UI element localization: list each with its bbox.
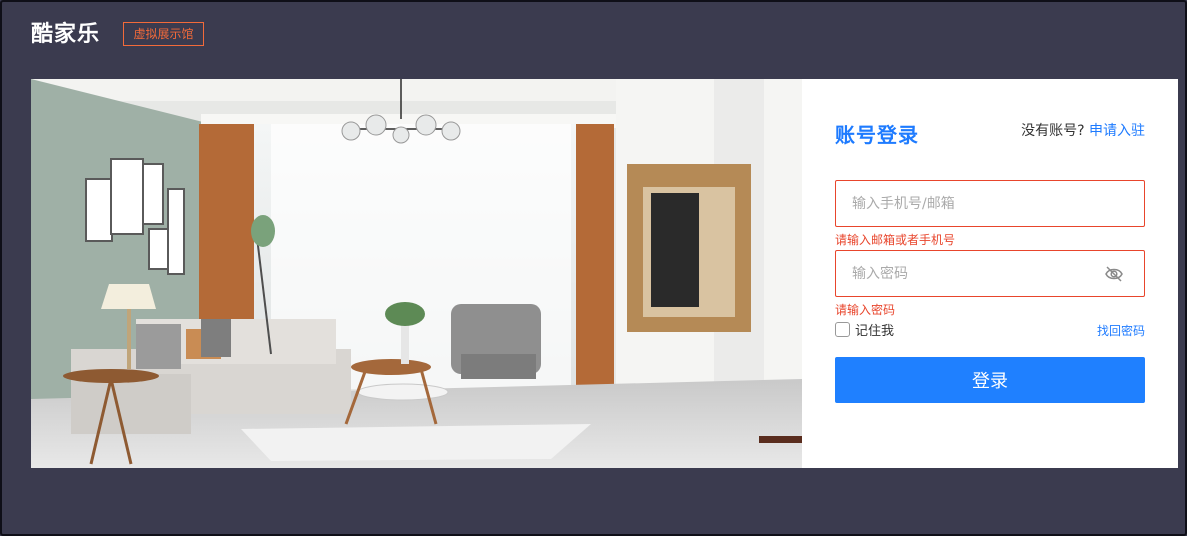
- forgot-password-link[interactable]: 找回密码: [1097, 322, 1145, 339]
- account-error-message: 请输入邮箱或者手机号: [835, 233, 956, 247]
- remember-me[interactable]: 记住我: [835, 320, 894, 339]
- login-card: 账号登录 没有账号? 申请入驻 请输入邮箱或者手机号 请输入密码 记住我 找回密…: [31, 79, 1178, 468]
- signup-link[interactable]: 申请入驻: [1089, 123, 1145, 139]
- account-field-wrapper: [835, 180, 1145, 227]
- remember-checkbox[interactable]: [835, 322, 850, 337]
- eye-off-icon[interactable]: [1104, 265, 1124, 283]
- signup-prompt: 没有账号? 申请入驻: [1021, 120, 1145, 140]
- brand-logo: 酷家乐: [31, 22, 101, 47]
- password-field-wrapper: [835, 250, 1145, 297]
- remember-label: 记住我: [855, 324, 895, 339]
- no-account-text: 没有账号?: [1021, 123, 1085, 139]
- login-panel: 账号登录 没有账号? 申请入驻 请输入邮箱或者手机号 请输入密码 记住我 找回密…: [802, 79, 1178, 468]
- login-title: 账号登录: [835, 123, 919, 147]
- virtual-showroom-tag: 虚拟展示馆: [123, 22, 204, 46]
- account-input[interactable]: [852, 181, 1102, 226]
- login-button[interactable]: 登录: [835, 357, 1145, 403]
- living-room-image: [31, 79, 802, 468]
- password-error-message: 请输入密码: [835, 303, 896, 317]
- password-input[interactable]: [852, 251, 1102, 296]
